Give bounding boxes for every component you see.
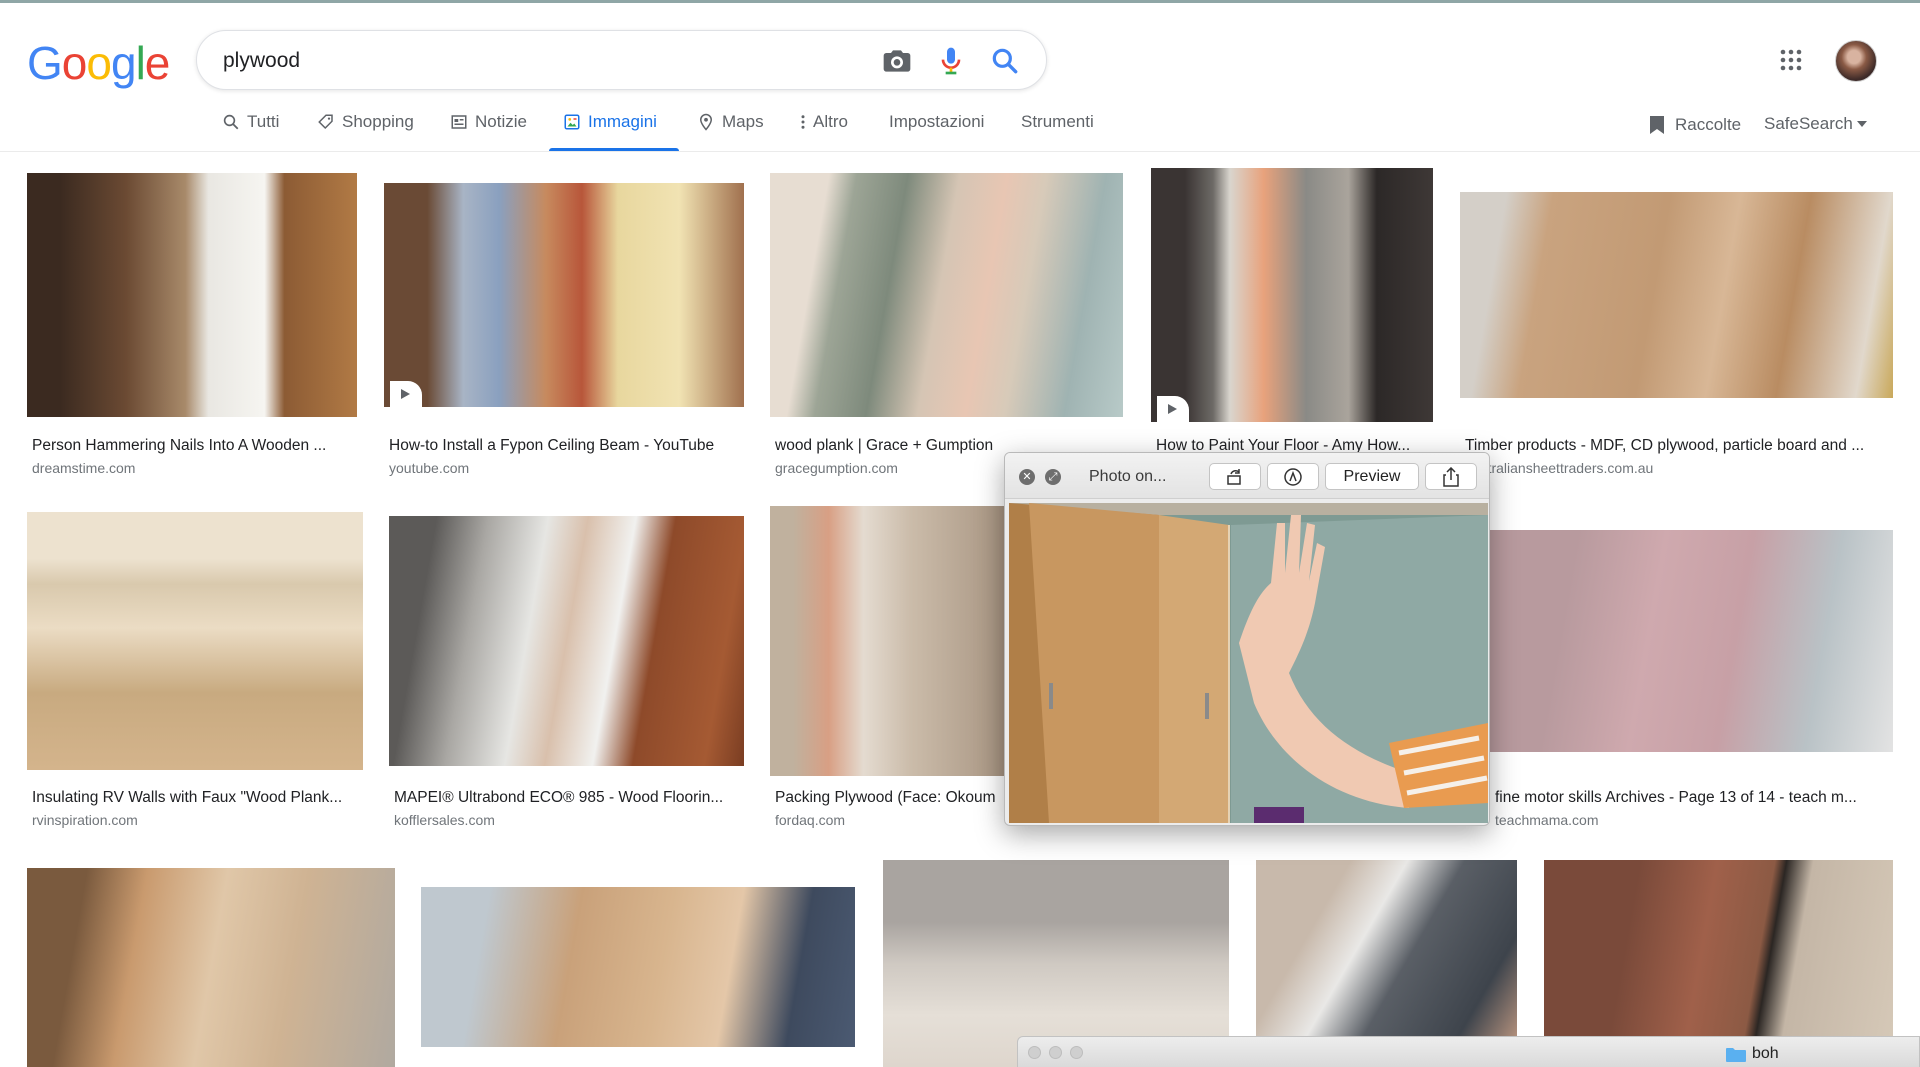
result-source: gracegumption.com — [775, 460, 898, 476]
tab-maps[interactable]: Maps — [697, 112, 764, 152]
tag-icon — [318, 114, 333, 130]
tab-impostazioni[interactable]: Impostazioni — [889, 112, 984, 152]
result-source: youtube.com — [389, 460, 470, 476]
result-thumbnail — [1151, 168, 1433, 422]
minimize-icon[interactable] — [1049, 1046, 1062, 1059]
result-source: rvinspiration.com — [32, 812, 138, 828]
result-caption: Packing Plywood (Face: Okoum — [775, 789, 996, 806]
rotate-button[interactable] — [1209, 463, 1261, 490]
result-source: kofflersales.com — [394, 812, 495, 828]
more-vert-icon — [801, 115, 805, 129]
tab-notizie[interactable]: Notizie — [450, 112, 527, 152]
quicklook-window[interactable]: ✕ ⤢ Photo on... Preview — [1004, 452, 1490, 826]
result-thumbnail — [770, 506, 1004, 776]
bookmark-icon — [1650, 116, 1664, 134]
result-caption: Insulating RV Walls with Faux "Wood Plan… — [32, 789, 343, 806]
tab-label: Immagini — [588, 112, 657, 131]
search-icon — [223, 114, 239, 130]
markup-button[interactable] — [1267, 463, 1319, 490]
result-thumbnail — [384, 183, 744, 407]
result-caption: How-to Install a Fypon Ceiling Beam - Yo… — [389, 437, 715, 454]
close-icon[interactable]: ✕ — [1019, 469, 1035, 485]
rotate-icon — [1227, 468, 1241, 485]
tab-label: Tutti — [247, 112, 280, 131]
result-thumbnail — [1460, 192, 1893, 398]
result-source: fordaq.com — [775, 812, 846, 828]
share-button[interactable] — [1425, 463, 1477, 490]
search-icon[interactable] — [989, 45, 1021, 77]
safesearch-label: SafeSearch — [1764, 114, 1853, 133]
news-icon — [451, 115, 467, 129]
quicklook-toolbar: ✕ ⤢ Photo on... Preview — [1005, 453, 1489, 499]
safesearch-menu[interactable]: SafeSearch — [1764, 114, 1867, 134]
image-icon — [564, 114, 580, 130]
result-thumbnail — [770, 173, 1123, 417]
caret-down-icon — [1856, 121, 1867, 127]
window-top-edge — [0, 0, 1920, 3]
map-pin-icon — [699, 113, 713, 131]
collections-label: Raccolte — [1675, 115, 1742, 134]
quicklook-photo — [1009, 503, 1488, 823]
finder-window[interactable]: boh — [1017, 1036, 1920, 1067]
result-thumbnail — [1490, 530, 1893, 752]
google-logo[interactable]: Google — [27, 36, 170, 90]
result-caption: MAPEI® Ultrabond ECO® 985 - Wood Floorin… — [394, 789, 724, 806]
tab-label: Strumenti — [1021, 112, 1094, 131]
search-input[interactable]: plywood — [223, 49, 300, 73]
result-caption: Timber products - MDF, CD plywood, parti… — [1465, 437, 1865, 454]
share-icon — [1443, 466, 1459, 487]
tab-altro[interactable]: Altro — [800, 112, 848, 152]
microphone-icon[interactable] — [935, 45, 967, 77]
result-source: teachmama.com — [1495, 812, 1599, 828]
result-source: dreamstime.com — [32, 460, 136, 476]
video-play-badge — [1157, 396, 1189, 422]
video-play-badge — [390, 381, 422, 407]
fullscreen-icon[interactable]: ⤢ — [1045, 469, 1061, 485]
result-thumbnail — [27, 173, 357, 417]
tab-label: Maps — [722, 112, 764, 131]
result-thumbnail — [27, 512, 363, 770]
result-caption: Person Hammering Nails Into A Wooden ... — [32, 437, 327, 454]
result-source: australiansheettraders.com.au — [1465, 460, 1654, 476]
collections-link[interactable]: Raccolte — [1647, 114, 1741, 136]
result-thumbnail — [27, 868, 395, 1067]
finder-title: boh — [1726, 1045, 1779, 1063]
folder-name: boh — [1752, 1045, 1779, 1062]
result-caption: fine motor skills Archives - Page 13 of … — [1495, 789, 1857, 806]
result-thumbnail — [389, 516, 744, 766]
search-box[interactable]: plywood — [196, 30, 1047, 90]
preview-label: Preview — [1343, 467, 1401, 485]
tab-tutti[interactable]: Tutti — [222, 112, 279, 152]
tab-immagini[interactable]: Immagini — [563, 112, 657, 152]
markup-icon — [1284, 467, 1302, 486]
close-icon[interactable] — [1028, 1046, 1041, 1059]
account-avatar[interactable] — [1835, 40, 1877, 82]
open-with-preview-button[interactable]: Preview — [1325, 463, 1419, 490]
google-apps-icon[interactable] — [1779, 48, 1803, 72]
tab-shopping[interactable]: Shopping — [317, 112, 414, 152]
search-tabs: Tutti Shopping Notizie Immagini Maps Alt… — [0, 104, 1920, 152]
active-tab-indicator — [549, 148, 679, 151]
folder-icon — [1726, 1047, 1746, 1062]
tab-label: Shopping — [342, 112, 414, 131]
tab-label: Impostazioni — [889, 112, 985, 131]
camera-icon[interactable] — [881, 45, 913, 77]
tab-strumenti[interactable]: Strumenti — [1021, 112, 1094, 152]
zoom-icon[interactable] — [1070, 1046, 1083, 1059]
tab-label: Altro — [813, 112, 848, 131]
result-thumbnail — [421, 887, 855, 1047]
tab-label: Notizie — [475, 112, 527, 131]
quicklook-title: Photo on... — [1089, 468, 1167, 485]
